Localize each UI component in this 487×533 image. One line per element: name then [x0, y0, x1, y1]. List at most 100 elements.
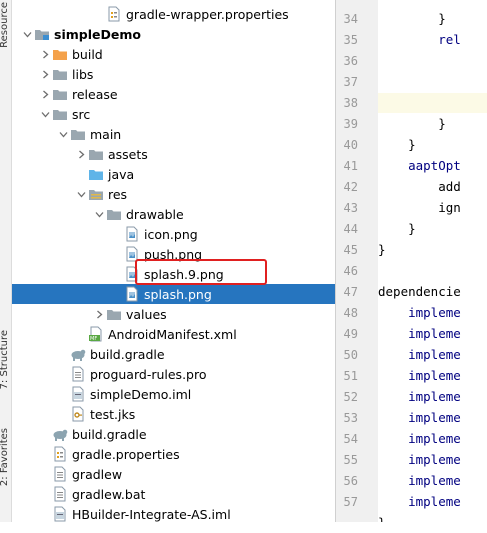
- tree-item[interactable]: gradle-wrapper.properties: [12, 4, 335, 24]
- code-line[interactable]: aaptOpt: [378, 156, 487, 176]
- tree-item[interactable]: build.gradle: [12, 424, 335, 444]
- chevron-down-icon[interactable]: [92, 204, 106, 224]
- code-line[interactable]: impleme: [378, 450, 487, 470]
- tree-item-label: libs: [72, 66, 94, 82]
- line-number: 34: [343, 12, 358, 26]
- structure-tab[interactable]: 7: Structure: [0, 330, 10, 389]
- code-editor[interactable]: } rel } } aaptOpt add ign }} dependencie …: [378, 0, 487, 522]
- tree-item[interactable]: src: [12, 104, 335, 124]
- tree-item[interactable]: java: [12, 164, 335, 184]
- code-line[interactable]: }: [378, 114, 487, 134]
- code-line[interactable]: [378, 261, 487, 281]
- code-line[interactable]: }: [378, 135, 487, 155]
- line-number: 53: [343, 411, 358, 425]
- code-line[interactable]: [378, 93, 487, 113]
- chevron-right-icon[interactable]: [92, 304, 106, 324]
- code-line[interactable]: impleme: [378, 303, 487, 323]
- resource-manager-tab[interactable]: Resource: [0, 2, 10, 48]
- code-line[interactable]: impleme: [378, 408, 487, 428]
- chevron-right-icon[interactable]: [38, 64, 52, 84]
- tree-item[interactable]: test.jks: [12, 404, 335, 424]
- tree-item[interactable]: HBuilder-Integrate-AS.iml: [12, 504, 335, 522]
- gray-folder-icon: [88, 146, 104, 162]
- line-number: 56: [343, 474, 358, 488]
- tree-item-label: assets: [108, 146, 148, 162]
- tree-item[interactable]: simpleDemo: [12, 24, 335, 44]
- chevron-down-icon[interactable]: [20, 24, 34, 44]
- tree-item[interactable]: icon.png: [12, 224, 335, 244]
- tree-item[interactable]: simpleDemo.iml: [12, 384, 335, 404]
- chevron-down-icon[interactable]: [74, 184, 88, 204]
- tree-item[interactable]: build: [12, 44, 335, 64]
- tree-item-label: HBuilder-Integrate-AS.iml: [72, 506, 231, 522]
- keystore-file-icon: [70, 406, 86, 422]
- tree-item-label: drawable: [126, 206, 184, 222]
- tree-item[interactable]: values: [12, 304, 335, 324]
- gradle-elephant-icon: [70, 346, 86, 362]
- code-line[interactable]: add: [378, 177, 487, 197]
- code-line[interactable]: impleme: [378, 387, 487, 407]
- line-number: 47: [343, 285, 358, 299]
- gradle-properties-icon: [52, 446, 68, 462]
- tree-item[interactable]: main: [12, 124, 335, 144]
- code-line[interactable]: impleme: [378, 471, 487, 491]
- tree-item[interactable]: drawable: [12, 204, 335, 224]
- tree-item[interactable]: res: [12, 184, 335, 204]
- favorites-tab-label: 2: Favorites: [0, 428, 10, 487]
- code-line[interactable]: [378, 51, 487, 71]
- tree-item[interactable]: gradle.properties: [12, 444, 335, 464]
- text-file-icon: [70, 366, 86, 382]
- code-line[interactable]: impleme: [378, 492, 487, 512]
- tree-item[interactable]: MF AndroidManifest.xml: [12, 324, 335, 344]
- chevron-down-icon[interactable]: [56, 124, 70, 144]
- line-number: 50: [343, 348, 358, 362]
- res-folder-icon: [88, 186, 104, 202]
- favorites-tab[interactable]: 2: Favorites: [0, 428, 10, 486]
- chevron-right-icon[interactable]: [38, 44, 52, 64]
- code-line[interactable]: [378, 72, 487, 92]
- tree-item[interactable]: gradlew: [12, 464, 335, 484]
- tree-item-label: AndroidManifest.xml: [108, 326, 237, 342]
- tree-item[interactable]: release: [12, 84, 335, 104]
- code-line[interactable]: }: [378, 513, 487, 522]
- line-number: 40: [343, 138, 358, 152]
- code-line[interactable]: }: [378, 219, 487, 239]
- code-line[interactable]: impleme: [378, 324, 487, 344]
- gradle-elephant-icon: [52, 426, 68, 442]
- chevron-right-icon[interactable]: [74, 144, 88, 164]
- line-number: 44: [343, 222, 358, 236]
- tree-item[interactable]: gradlew.bat: [12, 484, 335, 504]
- tree-item-label: build.gradle: [72, 426, 147, 442]
- tree-item[interactable]: build.gradle: [12, 344, 335, 364]
- iml-file-icon: [52, 506, 68, 522]
- gray-folder-icon: [52, 86, 68, 102]
- code-line[interactable]: ign: [378, 198, 487, 218]
- tree-item-label: build: [72, 46, 103, 62]
- code-line[interactable]: impleme: [378, 345, 487, 365]
- code-line[interactable]: }: [378, 240, 487, 260]
- tree-item-label: simpleDemo: [54, 26, 141, 42]
- tree-item-label: src: [72, 106, 91, 122]
- tree-item-label: res: [108, 186, 128, 202]
- tree-item[interactable]: assets: [12, 144, 335, 164]
- manifest-file-icon: MF: [88, 326, 104, 342]
- chevron-right-icon[interactable]: [38, 84, 52, 104]
- line-number: 43: [343, 201, 358, 215]
- editor-gutter: 34 35 36 37 38 39 40 41 42 43 44 45 46 47 48 49 50 51 52 53…: [336, 0, 378, 522]
- tree-item[interactable]: splash.png: [12, 284, 335, 304]
- tree-item[interactable]: proguard-rules.pro: [12, 364, 335, 384]
- tree-item[interactable]: libs: [12, 64, 335, 84]
- chevron-down-icon[interactable]: [38, 104, 52, 124]
- code-line[interactable]: impleme: [378, 429, 487, 449]
- tree-item-label: splash.png: [144, 286, 212, 302]
- code-line[interactable]: dependencie: [378, 282, 487, 302]
- code-line[interactable]: }: [378, 9, 487, 29]
- code-line[interactable]: impleme: [378, 366, 487, 386]
- line-number: [336, 513, 358, 533]
- code-line[interactable]: rel: [378, 30, 487, 50]
